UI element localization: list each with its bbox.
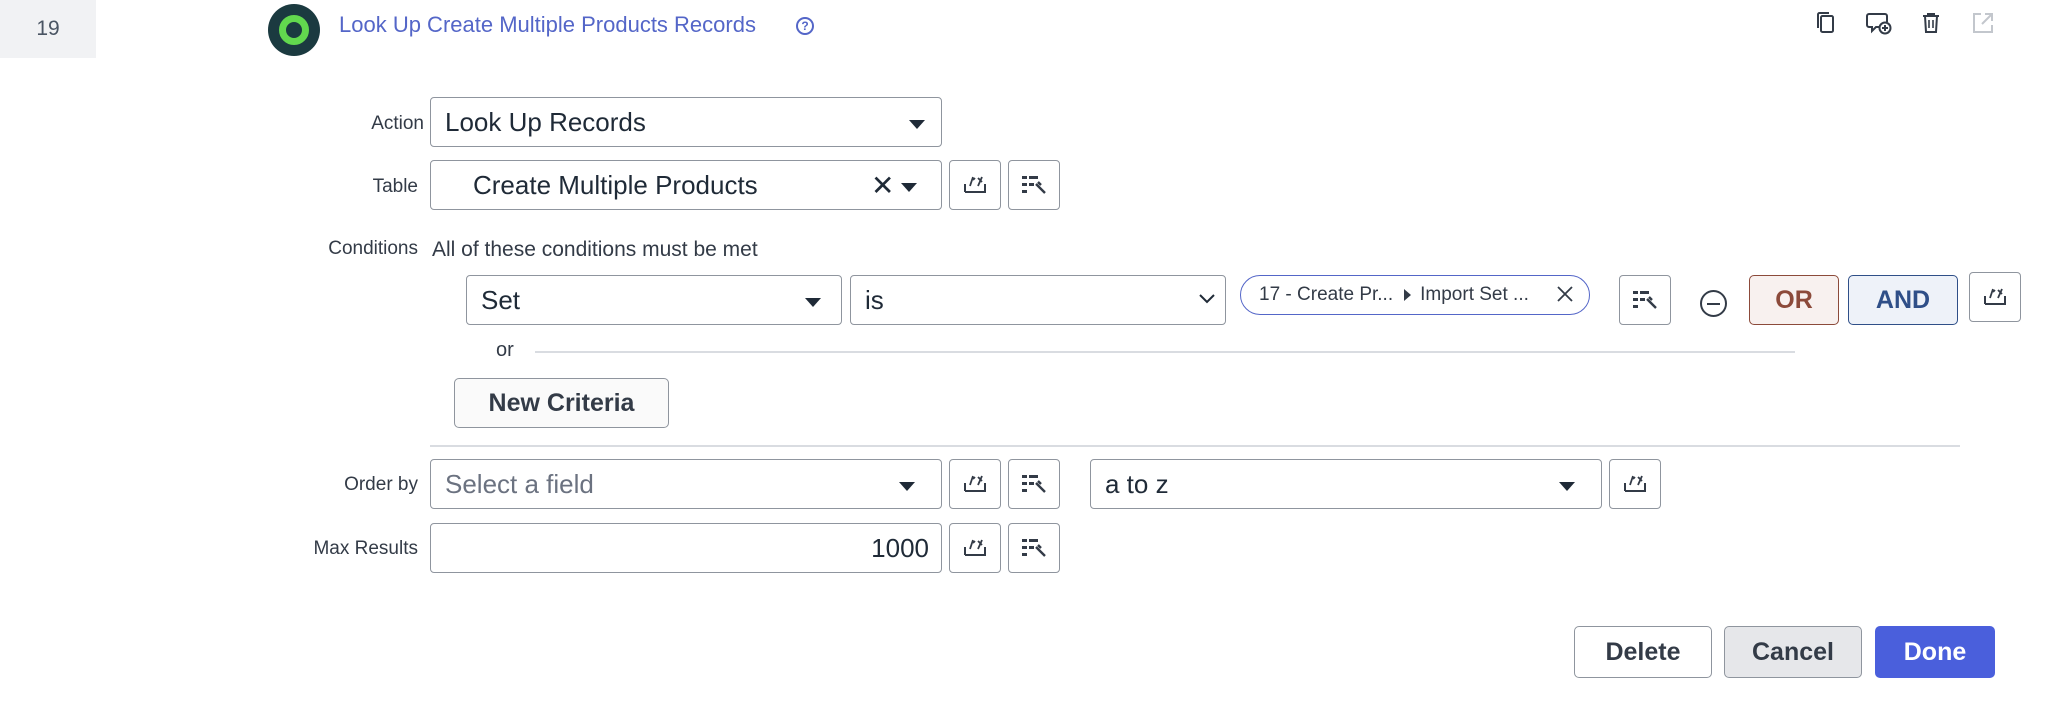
conditions-label: Conditions xyxy=(328,238,418,259)
remove-condition-icon[interactable] xyxy=(1700,290,1727,317)
pill-step: 17 - Create Pr... xyxy=(1259,284,1394,305)
chevron-down-icon xyxy=(805,298,821,307)
open-in-new-icon xyxy=(1970,10,1996,36)
new-criteria-button[interactable]: New Criteria xyxy=(454,378,669,428)
copy-icon[interactable] xyxy=(1813,10,1839,36)
trash-icon[interactable] xyxy=(1918,10,1944,36)
chevron-down-icon xyxy=(1199,294,1215,304)
step-number: 19 xyxy=(0,0,96,58)
order-by-placeholder: Select a field xyxy=(445,468,594,499)
conditions-description: All of these conditions must be met xyxy=(432,238,758,261)
data-picker-icon[interactable] xyxy=(1008,160,1060,210)
condition-field-value: Set xyxy=(481,284,521,315)
condition-operator-value: is xyxy=(865,284,884,315)
chevron-down-icon xyxy=(1559,482,1575,491)
comment-add-icon[interactable] xyxy=(1866,10,1892,36)
done-button[interactable]: Done xyxy=(1875,626,1995,678)
formula-icon[interactable] xyxy=(1969,272,2021,322)
pill-field: Import Set ... xyxy=(1420,284,1529,305)
or-button[interactable]: OR xyxy=(1749,275,1839,325)
max-results-input[interactable]: 1000 xyxy=(430,523,942,573)
order-by-field-select[interactable]: Select a field xyxy=(430,459,942,509)
action-select-value: Look Up Records xyxy=(445,106,646,137)
action-select[interactable]: Look Up Records xyxy=(430,97,942,147)
max-results-label: Max Results xyxy=(313,538,418,559)
and-button[interactable]: AND xyxy=(1848,275,1958,325)
condition-field-select[interactable]: Set xyxy=(466,275,842,325)
chevron-down-icon xyxy=(899,482,915,491)
action-label: Action xyxy=(371,113,424,134)
or-separator-label: or xyxy=(496,339,514,361)
table-label: Table xyxy=(372,176,418,197)
order-direction-value: a to z xyxy=(1105,468,1169,499)
step-logo-icon xyxy=(268,4,320,56)
chevron-down-icon xyxy=(909,120,925,129)
condition-value-pill[interactable]: 17 - Create Pr... Import Set ... xyxy=(1240,275,1590,315)
or-separator-line xyxy=(535,351,1795,353)
section-divider xyxy=(430,445,1960,447)
data-picker-icon[interactable] xyxy=(1008,459,1060,509)
clear-icon[interactable]: ✕ xyxy=(871,169,894,202)
formula-icon[interactable] xyxy=(949,160,1001,210)
formula-icon[interactable] xyxy=(949,523,1001,573)
table-select-value: Create Multiple Products xyxy=(473,169,758,200)
formula-icon[interactable] xyxy=(949,459,1001,509)
formula-icon[interactable] xyxy=(1609,459,1661,509)
chevron-down-icon[interactable] xyxy=(901,183,917,192)
order-by-label: Order by xyxy=(344,474,418,495)
data-picker-icon[interactable] xyxy=(1619,275,1671,325)
data-picker-icon[interactable] xyxy=(1008,523,1060,573)
max-results-value: 1000 xyxy=(871,532,929,563)
close-icon[interactable] xyxy=(1555,284,1575,304)
caret-right-icon xyxy=(1404,289,1412,301)
cancel-button[interactable]: Cancel xyxy=(1724,626,1862,678)
condition-operator-select[interactable]: is xyxy=(850,275,1226,325)
order-direction-select[interactable]: a to z xyxy=(1090,459,1602,509)
step-title[interactable]: Look Up Create Multiple Products Records xyxy=(339,12,756,38)
help-icon[interactable]: ? xyxy=(796,17,814,35)
delete-button[interactable]: Delete xyxy=(1574,626,1712,678)
table-select[interactable]: Create Multiple Products ✕ xyxy=(430,160,942,210)
